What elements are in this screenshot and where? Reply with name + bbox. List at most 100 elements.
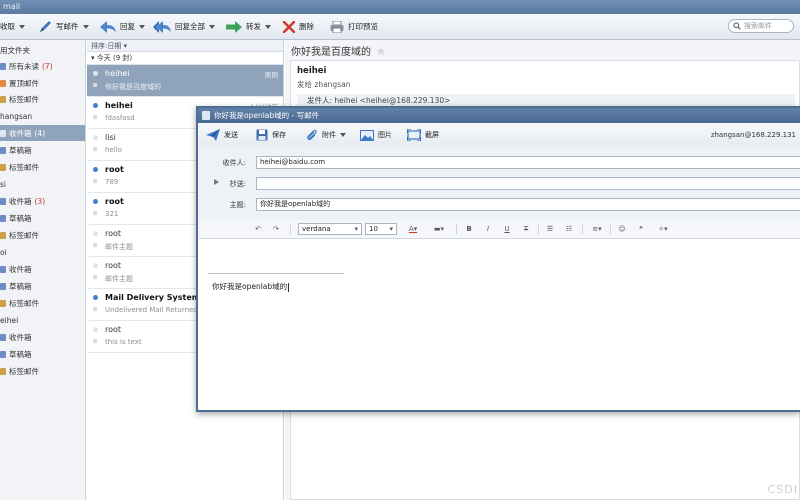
image-icon [360,129,374,141]
star-icon[interactable] [93,243,97,247]
read-dot-icon [93,71,98,76]
message-row[interactable]: heihei 刚刚 你好我是百度域的 [87,65,283,97]
magic-wand-icon[interactable]: ✧▾ [654,223,672,235]
numbered-list-icon[interactable]: ☷ [563,223,575,235]
message-sender: lisi [105,133,116,142]
search-icon [733,22,741,30]
message-subject: fdasfasd [105,114,135,122]
font-color-icon[interactable]: A▾ [404,223,422,235]
sidebar-item-tagged[interactable]: 标签邮件 [0,295,85,311]
compose-titlebar[interactable]: 你好我是openlab域的 - 写邮件 [198,108,800,123]
drafts-icon [0,146,6,154]
unread-dot-icon [93,199,98,204]
chevron-down-icon: ▾ [354,225,358,233]
forward-label: 转发 [246,22,261,31]
sidebar-item-tagged[interactable]: 标签邮件 [0,227,85,243]
align-icon[interactable]: ≡▾ [588,223,606,235]
star-icon[interactable] [93,179,97,183]
star-icon[interactable] [93,115,97,119]
compose-header-fields: 收件人: heihei@baidu.com 抄送: 主题: 你好我是openla… [198,147,800,221]
sidebar-item-tagged[interactable]: 标签邮件 [0,91,85,107]
sidebar-item-inbox[interactable]: 收件箱 (4) [0,125,85,141]
search-input[interactable]: 搜索邮件 [728,19,794,33]
sidebar-item-drafts[interactable]: 草稿箱 [0,142,85,158]
star-icon[interactable] [93,339,97,343]
account-label: hangsan [0,111,33,121]
sidebar-account-zhangsan[interactable]: hangsan [0,108,85,124]
screenshot-button[interactable]: 截屏 [407,123,439,147]
star-icon[interactable] [93,83,97,87]
print-preview-button[interactable]: 打印预览 [330,14,378,39]
sidebar-item-drafts[interactable]: 草稿箱 [0,278,85,294]
quote-icon[interactable]: ❝ [635,223,647,235]
undo-icon[interactable]: ↶ [252,223,264,235]
compose-body-text: 你好我是openlab域的 [212,281,290,292]
save-button[interactable]: 保存 [256,123,286,147]
compose-toolbar: 发送 保存 附件 图片 截屏 zhangsan@168.229.131 [198,123,800,148]
redo-icon[interactable]: ↷ [270,223,282,235]
message-subject: 邮件主题 [105,275,133,283]
read-dot-icon [93,263,98,268]
forward-arrow-icon [226,20,242,33]
image-button[interactable]: 图片 [360,123,392,147]
emoji-icon[interactable]: ☺ [616,223,628,235]
sidebar-item-inbox[interactable]: 收件箱 (3) [0,193,85,209]
sidebar-item-label: 草稿箱 [9,213,32,223]
message-sender: heihei [105,101,133,110]
inbox-icon [0,197,6,205]
compose-label: 写邮件 [56,22,79,31]
sidebar-item-inbox[interactable]: 收件箱 [0,329,85,345]
compose-body-editor[interactable]: 你好我是openlab域的 [198,239,800,410]
sidebar-item-pinned[interactable]: 置顶邮件 [0,75,85,91]
send-button[interactable]: 发送 [206,123,238,147]
unread-dot-icon [93,103,98,108]
font-family-select[interactable]: verdana ▾ [298,223,362,235]
forward-button[interactable]: 转发 [226,14,271,39]
drafts-icon [0,350,6,358]
chevron-down-icon [265,24,271,29]
unread-count: (7) [42,61,53,71]
cc-field[interactable] [256,177,800,190]
reply-all-button[interactable]: 回复全部 [153,14,215,39]
print-preview-label: 打印预览 [348,22,378,31]
subject-field[interactable]: 你好我是openlab域的 [256,198,800,211]
sidebar-item-all-unread[interactable]: 所有未读 (7) [0,58,85,74]
strikethrough-icon[interactable]: T [521,223,531,235]
star-icon[interactable] [376,46,386,56]
sidebar-item-drafts[interactable]: 草稿箱 [0,346,85,362]
sidebar-account-lisi[interactable]: si [0,176,85,192]
compose-button[interactable]: 写邮件 [38,14,89,39]
sender-account[interactable]: zhangsan@168.229.131 [711,123,796,147]
underline-icon[interactable]: U [502,223,512,235]
read-dot-icon [93,327,98,332]
receive-button[interactable]: 收取 [0,14,25,39]
star-icon[interactable] [93,147,97,151]
sidebar-item-tagged[interactable]: 标签邮件 [0,159,85,175]
italic-icon[interactable]: I [483,223,493,235]
star-icon[interactable] [93,275,97,279]
sort-control[interactable]: 排序:日期 ▾ [87,40,283,52]
reply-button[interactable]: 回复 [100,14,145,39]
star-icon[interactable] [93,211,97,215]
sidebar-item-tagged[interactable]: 标签邮件 [0,363,85,379]
date-group-header[interactable]: ▾ 今天 (9 封) [87,52,283,65]
message-date: 刚刚 [265,71,278,79]
sidebar-account-oi[interactable]: oi [0,244,85,260]
sidebar-item-drafts[interactable]: 草稿箱 [0,210,85,226]
bold-icon[interactable]: B [464,223,474,235]
attach-button[interactable]: 附件 [306,123,346,147]
to-field[interactable]: heihei@baidu.com [256,156,800,169]
sidebar-account-heihei[interactable]: eihei [0,312,85,328]
drafts-icon [0,214,6,222]
screenshot-icon [407,129,421,141]
drafts-icon [0,282,6,290]
tag-icon [0,299,6,307]
tag-icon [0,367,6,375]
sidebar-item-inbox[interactable]: 收件箱 [0,261,85,277]
bullet-list-icon[interactable]: ☰ [544,223,556,235]
font-size-select[interactable]: 10 ▾ [365,223,397,235]
star-icon[interactable] [93,307,97,311]
highlight-color-icon[interactable]: ▬▾ [429,223,449,235]
reader-subject: 你好我是百度域的 [291,47,371,58]
delete-button[interactable]: 删除 [283,14,314,39]
